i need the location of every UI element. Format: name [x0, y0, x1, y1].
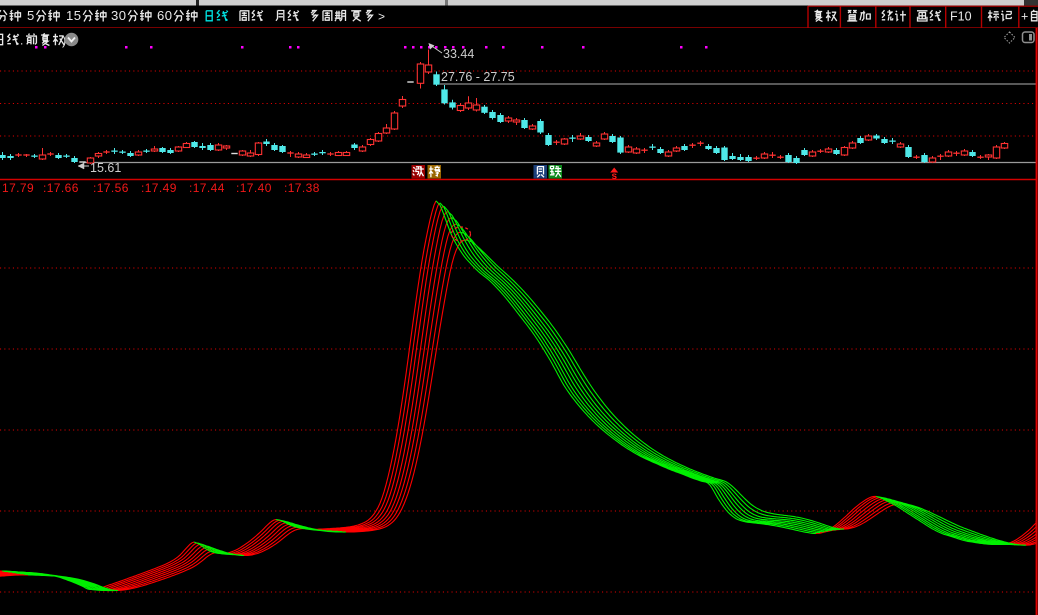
- svg-text:27.76 - 27.75: 27.76 - 27.75: [441, 70, 515, 84]
- svg-text:15.61: 15.61: [90, 161, 121, 175]
- svg-text:0: 0: [165, 8, 172, 23]
- svg-text::17.49: :17.49: [141, 181, 177, 195]
- svg-text:s: s: [612, 171, 618, 182]
- svg-text::17.40: :17.40: [236, 181, 272, 195]
- svg-text:>: >: [378, 10, 385, 24]
- svg-text:0: 0: [119, 8, 126, 23]
- svg-text:F10: F10: [950, 10, 972, 24]
- svg-text:1: 1: [66, 8, 73, 23]
- svg-text:6: 6: [157, 8, 164, 23]
- svg-text:17.79: 17.79: [2, 181, 34, 195]
- svg-text:.: .: [20, 34, 23, 48]
- svg-text:3: 3: [111, 8, 118, 23]
- svg-text:5: 5: [27, 8, 34, 23]
- svg-text::17.56: :17.56: [93, 181, 129, 195]
- svg-text::17.38: :17.38: [284, 181, 320, 195]
- svg-text:+: +: [1021, 10, 1028, 24]
- svg-text::17.44: :17.44: [189, 181, 225, 195]
- svg-text:5: 5: [74, 8, 81, 23]
- svg-text::17.66: :17.66: [43, 181, 79, 195]
